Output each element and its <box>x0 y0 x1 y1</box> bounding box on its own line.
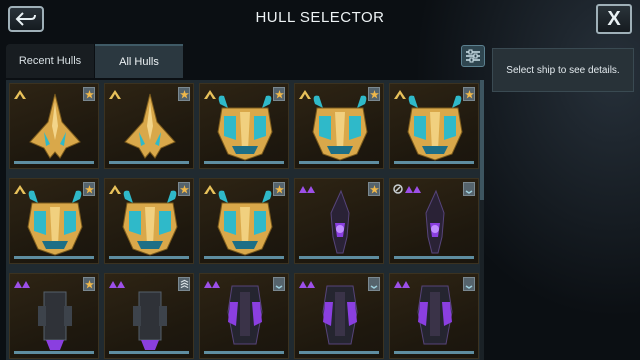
dark-carrier-icon <box>133 291 167 350</box>
close-button[interactable]: X <box>596 4 632 34</box>
hull-card-bar <box>109 161 189 164</box>
hull-card-bar <box>204 351 284 354</box>
hull-card[interactable] <box>294 83 384 169</box>
hull-card[interactable] <box>294 178 384 264</box>
hull-card-bar <box>299 161 379 164</box>
scroll-thumb[interactable] <box>480 80 484 200</box>
gold-mask-ship-icon <box>122 190 178 256</box>
hull-card-bar <box>204 256 284 259</box>
hull-card[interactable] <box>199 178 289 264</box>
filter-button[interactable] <box>461 45 485 67</box>
gold-mask-ship-icon <box>27 190 83 256</box>
gold-mask-ship-icon <box>217 190 273 256</box>
hull-card-bar <box>394 161 474 164</box>
hull-card[interactable] <box>199 83 289 169</box>
hull-card-bar <box>14 256 94 259</box>
page-title: HULL SELECTOR <box>255 9 385 26</box>
hull-card-bar <box>14 161 94 164</box>
purple-battleship-icon <box>322 285 358 345</box>
hull-card-bar <box>204 161 284 164</box>
sliders-icon <box>466 49 480 63</box>
hull-card[interactable] <box>294 273 384 359</box>
tab-all-hulls[interactable]: All Hulls <box>95 44 183 78</box>
hull-card[interactable] <box>104 83 194 169</box>
gold-mask-ship-icon <box>407 95 463 161</box>
hull-card-bar <box>109 256 189 259</box>
purple-battleship-icon <box>417 285 453 345</box>
hull-card-bar <box>109 351 189 354</box>
ship-details-panel: Select ship to see details. <box>492 48 634 92</box>
hull-card[interactable] <box>9 178 99 264</box>
hull-card[interactable] <box>9 273 99 359</box>
hull-card[interactable] <box>199 273 289 359</box>
hull-card-bar <box>14 351 94 354</box>
gold-mask-ship-icon <box>217 95 273 161</box>
hull-card[interactable] <box>104 178 194 264</box>
tab-recent-hulls[interactable]: Recent Hulls <box>6 44 94 78</box>
grid-scrollbar[interactable] <box>480 80 484 360</box>
hull-card[interactable] <box>104 273 194 359</box>
purple-cruiser-icon <box>425 189 445 254</box>
dark-carrier-icon <box>38 291 72 350</box>
purple-cruiser-icon <box>330 189 350 254</box>
gold-fighter-icon <box>124 93 176 159</box>
gold-fighter-icon <box>29 93 81 159</box>
hull-card[interactable] <box>389 273 479 359</box>
gold-mask-ship-icon <box>312 95 368 161</box>
hull-card[interactable] <box>389 83 479 169</box>
details-hint: Select ship to see details. <box>506 64 620 76</box>
hull-grid <box>6 80 483 360</box>
purple-battleship-icon <box>227 285 263 345</box>
hull-card-bar <box>299 351 379 354</box>
hull-card[interactable] <box>389 178 479 264</box>
hull-card-bar <box>394 351 474 354</box>
header-bar: HULL SELECTOR X <box>0 0 640 36</box>
hull-card-bar <box>394 256 474 259</box>
hull-card[interactable] <box>9 83 99 169</box>
hull-card-bar <box>299 256 379 259</box>
